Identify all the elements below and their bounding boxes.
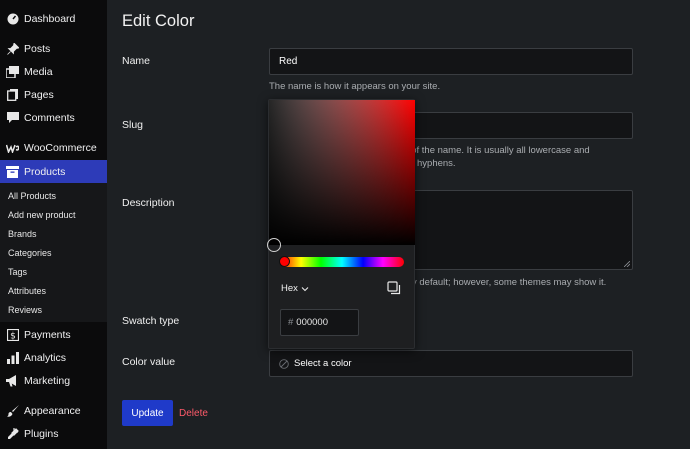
resize-handle-icon[interactable] bbox=[624, 261, 630, 267]
menu-label: Payments bbox=[24, 328, 71, 341]
menu-label: Products bbox=[24, 165, 66, 178]
pages-icon bbox=[6, 88, 19, 101]
menu-label: Posts bbox=[24, 42, 51, 55]
submenu-attributes[interactable]: Attributes bbox=[8, 286, 46, 296]
name-help: The name is how it appears on your site. bbox=[269, 81, 441, 92]
menu-plugins[interactable]: Plugins bbox=[0, 422, 107, 445]
marketing-icon bbox=[6, 374, 19, 387]
slug-label: Slug bbox=[122, 119, 144, 131]
menu-appearance[interactable]: Appearance bbox=[0, 399, 107, 422]
color-value-placeholder: Select a color bbox=[294, 358, 352, 369]
menu-woocommerce[interactable]: WooCommerce bbox=[0, 136, 107, 159]
menu-marketing[interactable]: Marketing bbox=[0, 369, 107, 392]
media-icon bbox=[6, 65, 19, 78]
submenu-brands[interactable]: Brands bbox=[8, 229, 37, 239]
submenu-add-new-product[interactable]: Add new product bbox=[8, 210, 76, 220]
page-title: Edit Color bbox=[122, 12, 195, 30]
menu-label: Dashboard bbox=[24, 12, 76, 25]
svg-text:$: $ bbox=[10, 331, 16, 341]
submenu-tags[interactable]: Tags bbox=[8, 267, 27, 277]
menu-pages[interactable]: Pages bbox=[0, 83, 107, 106]
copy-icon[interactable] bbox=[387, 281, 401, 295]
submenu-categories[interactable]: Categories bbox=[8, 248, 52, 258]
hex-input[interactable]: # 000000 bbox=[280, 309, 359, 336]
description-help: y default; however, some themes may show… bbox=[412, 277, 607, 288]
products-icon bbox=[6, 165, 19, 178]
hash-prefix: # bbox=[288, 317, 294, 328]
plugins-icon bbox=[6, 427, 19, 440]
hex-value: 000000 bbox=[296, 317, 328, 328]
menu-label: Media bbox=[24, 65, 53, 78]
menu-payments[interactable]: $ Payments bbox=[0, 323, 107, 346]
woocommerce-icon bbox=[6, 141, 19, 154]
menu-comments[interactable]: Comments bbox=[0, 106, 107, 129]
menu-label: Plugins bbox=[24, 427, 59, 440]
products-submenu: All Products Add new product Brands Cate… bbox=[0, 183, 107, 322]
update-button[interactable]: Update bbox=[122, 400, 173, 426]
menu-products[interactable]: Products bbox=[0, 160, 107, 183]
analytics-icon bbox=[6, 351, 19, 364]
no-color-icon bbox=[279, 358, 289, 369]
dashboard-icon bbox=[6, 12, 19, 25]
menu-label: Marketing bbox=[24, 374, 71, 387]
color-value-select[interactable]: Select a color bbox=[269, 350, 633, 377]
chevron-down-icon bbox=[301, 286, 309, 291]
hue-slider[interactable] bbox=[280, 257, 404, 267]
payments-icon: $ bbox=[6, 328, 19, 341]
slug-help-line1: on of the name. It is usually all lowerc… bbox=[398, 145, 590, 156]
submenu-reviews[interactable]: Reviews bbox=[8, 305, 42, 315]
menu-analytics[interactable]: Analytics bbox=[0, 346, 107, 369]
name-label: Name bbox=[122, 55, 151, 67]
name-value: Red bbox=[279, 56, 298, 67]
name-input[interactable]: Red bbox=[269, 48, 633, 75]
hue-handle[interactable] bbox=[279, 256, 290, 267]
saturation-handle[interactable] bbox=[267, 238, 281, 252]
color-picker-popover: Hex # 000000 bbox=[267, 99, 415, 349]
color-value-label: Color value bbox=[122, 356, 176, 368]
description-label: Description bbox=[122, 197, 175, 209]
menu-media[interactable]: Media bbox=[0, 60, 107, 83]
slug-help-line2: hyphens. bbox=[417, 158, 456, 169]
menu-label: WooCommerce bbox=[24, 141, 97, 154]
menu-label: Appearance bbox=[24, 404, 81, 417]
menu-posts[interactable]: Posts bbox=[0, 37, 107, 60]
submenu-all-products[interactable]: All Products bbox=[8, 191, 56, 201]
format-label: Hex bbox=[281, 283, 298, 294]
saturation-value-area[interactable] bbox=[269, 100, 415, 245]
comment-icon bbox=[6, 111, 19, 124]
admin-sidebar: Dashboard Posts Media Pages Comments Woo… bbox=[0, 0, 107, 449]
menu-dashboard[interactable]: Dashboard bbox=[0, 7, 107, 30]
format-dropdown[interactable]: Hex bbox=[281, 283, 309, 294]
delete-link[interactable]: Delete bbox=[179, 408, 208, 419]
menu-label: Pages bbox=[24, 88, 54, 101]
swatch-type-label: Swatch type bbox=[122, 315, 180, 327]
menu-label: Analytics bbox=[24, 351, 67, 364]
appearance-icon bbox=[6, 404, 19, 417]
menu-label: Comments bbox=[24, 111, 75, 124]
pin-icon bbox=[6, 42, 19, 55]
